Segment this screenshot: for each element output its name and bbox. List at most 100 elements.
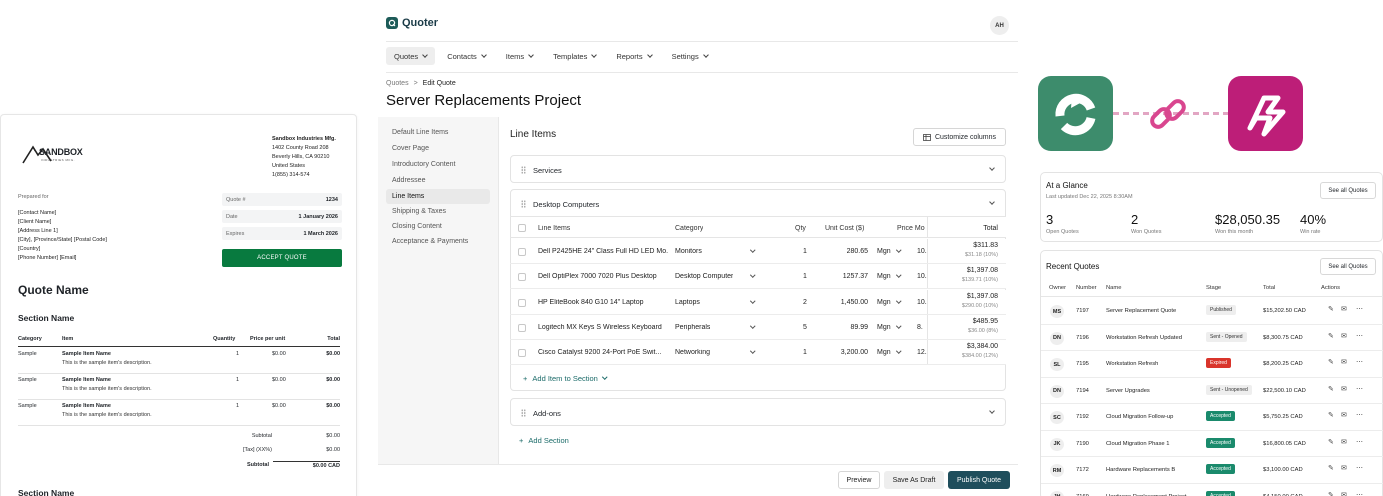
cell-modifier-value[interactable]: 10.: [917, 248, 927, 255]
cell-category-select[interactable]: Networking: [675, 349, 710, 356]
table-row[interactable]: Cisco Catalyst 9200 24-Port PoE Swit... N…: [510, 340, 1006, 365]
cell-category-select[interactable]: Peripherals: [675, 324, 710, 331]
edit-icon[interactable]: ✎: [1328, 411, 1334, 419]
cell-unit-cost[interactable]: 1257.37: [843, 273, 868, 280]
cell-name[interactable]: Server Replacement Quote: [1106, 308, 1176, 314]
cell-line-item[interactable]: HP EliteBook 840 G10 14" Laptop: [538, 299, 668, 306]
brand[interactable]: Quoter: [386, 17, 438, 29]
cell-modifier-type[interactable]: Mgn: [877, 248, 891, 255]
table-row[interactable]: HP EliteBook 840 G10 14" Laptop Laptops 2 1…: [510, 290, 1006, 315]
email-icon[interactable]: ✉: [1341, 332, 1347, 340]
row-checkbox[interactable]: [518, 299, 526, 307]
email-icon[interactable]: ✉: [1341, 464, 1347, 472]
section-nav-addressee[interactable]: Addressee: [386, 173, 490, 188]
add-item-to-section-button[interactable]: + Add Item to Section: [523, 374, 608, 383]
section-card-add-ons[interactable]: Add-ons: [510, 398, 1006, 426]
cell-category-select[interactable]: Monitors: [675, 248, 702, 255]
more-icon[interactable]: ⋯: [1356, 464, 1363, 472]
table-row[interactable]: DN 7194 Server Upgrades Sent - Unopened $22,…: [1041, 378, 1383, 404]
section-card-services[interactable]: Services: [510, 155, 1006, 183]
select-all-checkbox[interactable]: [518, 224, 526, 232]
email-icon[interactable]: ✉: [1341, 491, 1347, 496]
drag-handle-icon[interactable]: [521, 409, 526, 417]
edit-icon[interactable]: ✎: [1328, 358, 1334, 366]
nav-reports[interactable]: Reports: [608, 47, 659, 65]
edit-icon[interactable]: ✎: [1328, 332, 1334, 340]
table-row[interactable]: JK 7190 Cloud Migration Phase 1 Accepted $16…: [1041, 431, 1383, 457]
cell-qty[interactable]: 1: [803, 248, 807, 255]
table-row[interactable]: Logitech MX Keys S Wireless Keyboard Peri…: [510, 315, 1006, 340]
edit-icon[interactable]: ✎: [1328, 438, 1334, 446]
more-icon[interactable]: ⋯: [1356, 358, 1363, 366]
edit-icon[interactable]: ✎: [1328, 464, 1334, 472]
row-checkbox[interactable]: [518, 324, 526, 332]
see-all-quotes-button[interactable]: See all Quotes: [1320, 258, 1376, 275]
nav-contacts[interactable]: Contacts: [439, 47, 494, 65]
nav-templates[interactable]: Templates: [545, 47, 604, 65]
cell-qty[interactable]: 5: [803, 324, 807, 331]
table-row[interactable]: MS 7197 Server Replacement Quote Published $…: [1041, 298, 1383, 325]
section-nav-cover-page[interactable]: Cover Page: [386, 141, 490, 156]
email-icon[interactable]: ✉: [1341, 411, 1347, 419]
cell-name[interactable]: Workstation Refresh Updated: [1106, 335, 1182, 341]
nav-quotes[interactable]: Quotes: [386, 47, 436, 65]
more-icon[interactable]: ⋯: [1356, 411, 1363, 419]
cell-name[interactable]: Cloud Migration Follow-up: [1106, 414, 1173, 420]
save-as-draft-button[interactable]: Save As Draft: [884, 471, 944, 489]
email-icon[interactable]: ✉: [1341, 385, 1347, 393]
see-all-quotes-button[interactable]: See all Quotes: [1320, 182, 1376, 199]
more-icon[interactable]: ⋯: [1356, 385, 1363, 393]
edit-icon[interactable]: ✎: [1328, 305, 1334, 313]
cell-qty[interactable]: 1: [803, 273, 807, 280]
section-nav-acceptance-payments[interactable]: Acceptance & Payments: [386, 234, 490, 249]
cell-name[interactable]: Cloud Migration Phase 1: [1106, 441, 1169, 447]
edit-icon[interactable]: ✎: [1328, 385, 1334, 393]
cell-category-select[interactable]: Desktop Computer: [675, 273, 733, 280]
nav-settings[interactable]: Settings: [664, 47, 716, 65]
accept-quote-button[interactable]: ACCEPT QUOTE: [222, 249, 342, 267]
table-row[interactable]: JH7169Hardware Replacement ProjectAccept…: [1041, 484, 1383, 496]
cell-line-item[interactable]: Logitech MX Keys S Wireless Keyboard: [538, 324, 668, 331]
cell-line-item[interactable]: Cisco Catalyst 9200 24-Port PoE Swit...: [538, 349, 668, 356]
section-nav-closing-content[interactable]: Closing Content: [386, 219, 490, 234]
cell-modifier-value[interactable]: 12.: [917, 349, 927, 356]
row-checkbox[interactable]: [518, 273, 526, 281]
cell-qty[interactable]: 1: [803, 349, 807, 356]
more-icon[interactable]: ⋯: [1356, 438, 1363, 446]
preview-button[interactable]: Preview: [838, 471, 880, 489]
table-row[interactable]: Dell OptiPlex 7000 7020 Plus Desktop Desk…: [510, 264, 1006, 289]
cell-qty[interactable]: 2: [803, 299, 807, 306]
cell-name[interactable]: Workstation Refresh: [1106, 361, 1158, 367]
cell-name[interactable]: Hardware Replacements B: [1106, 467, 1175, 473]
nav-items[interactable]: Items: [498, 47, 541, 65]
cell-modifier-value[interactable]: 8.: [917, 324, 927, 331]
breadcrumb-quotes[interactable]: Quotes: [386, 80, 409, 87]
cell-category-select[interactable]: Laptops: [675, 299, 700, 306]
cell-unit-cost[interactable]: 280.65: [847, 248, 868, 255]
edit-icon[interactable]: ✎: [1328, 491, 1334, 496]
more-icon[interactable]: ⋯: [1356, 491, 1363, 496]
table-row[interactable]: DN 7196 Workstation Refresh Updated Sent - …: [1041, 325, 1383, 351]
email-icon[interactable]: ✉: [1341, 358, 1347, 366]
customize-columns-button[interactable]: Customize columns: [913, 128, 1006, 146]
section-nav-default-line-items[interactable]: Default Line Items: [386, 125, 490, 140]
section-nav-line-items[interactable]: Line Items: [386, 189, 490, 204]
table-row[interactable]: SL 7195 Workstation Refresh Expired $8,200.2…: [1041, 351, 1383, 378]
cell-modifier-type[interactable]: Mgn: [877, 273, 891, 280]
add-section-button[interactable]: + Add Section: [519, 436, 569, 445]
user-avatar[interactable]: AH: [990, 16, 1009, 35]
publish-quote-button[interactable]: Publish Quote: [948, 471, 1010, 489]
cell-unit-cost[interactable]: 89.99: [850, 324, 868, 331]
cell-modifier-value[interactable]: 10.: [917, 273, 927, 280]
drag-handle-icon[interactable]: [521, 200, 526, 208]
cell-name[interactable]: Server Upgrades: [1106, 388, 1150, 394]
cell-line-item[interactable]: Dell P2425HE 24" Class Full HD LED Mo...: [538, 248, 668, 255]
cell-modifier-type[interactable]: Mgn: [877, 324, 891, 331]
cell-modifier-type[interactable]: Mgn: [877, 349, 891, 356]
more-icon[interactable]: ⋯: [1356, 332, 1363, 340]
more-icon[interactable]: ⋯: [1356, 305, 1363, 313]
email-icon[interactable]: ✉: [1341, 438, 1347, 446]
email-icon[interactable]: ✉: [1341, 305, 1347, 313]
table-row[interactable]: RM 7172 Hardware Replacements B Accepted $3,…: [1041, 457, 1383, 484]
section-nav-introductory-content[interactable]: Introductory Content: [386, 157, 490, 172]
